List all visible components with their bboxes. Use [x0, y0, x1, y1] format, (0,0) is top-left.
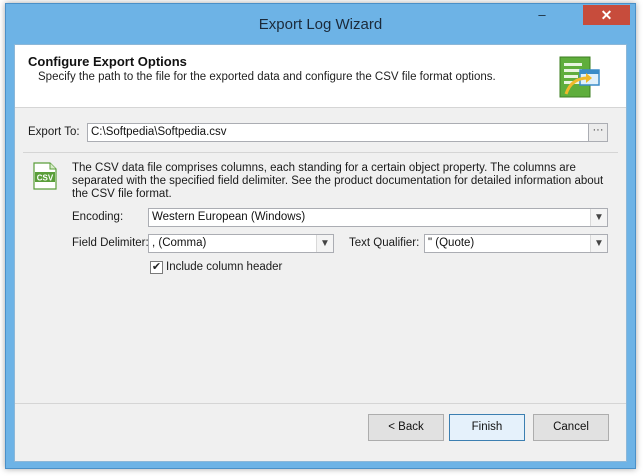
- include-header-label[interactable]: Include column header: [166, 261, 282, 273]
- csv-file-icon: CSV: [33, 162, 57, 190]
- back-button[interactable]: < Back: [368, 414, 444, 441]
- footer-divider: [15, 403, 626, 404]
- csv-description: The CSV data file comprises columns, eac…: [72, 162, 604, 200]
- encoding-value: Western European (Windows): [152, 211, 306, 223]
- encoding-label: Encoding:: [72, 211, 124, 223]
- text-qualifier-value: " (Quote): [428, 237, 475, 249]
- wizard-client-area: Configure Export Options Specify the pat…: [14, 44, 627, 462]
- page-subtitle: Specify the path to the file for the exp…: [38, 71, 496, 83]
- export-to-label: Export To:: [28, 126, 80, 138]
- export-document-icon: [559, 56, 600, 98]
- field-delimiter-value: , (Comma): [152, 237, 207, 249]
- field-delimiter-select[interactable]: , (Comma) ▼: [148, 234, 334, 253]
- export-path-field[interactable]: C:\Softpedia\Softpedia.csv ···: [87, 123, 608, 142]
- cancel-button[interactable]: Cancel: [533, 414, 609, 441]
- page-title: Configure Export Options: [28, 54, 187, 69]
- wizard-window: Export Log Wizard ‒ ✕ Configure Export O…: [5, 3, 636, 469]
- chevron-down-icon[interactable]: ▼: [590, 235, 607, 252]
- chevron-down-icon[interactable]: ▼: [590, 209, 607, 226]
- csv-icon-text: CSV: [37, 174, 54, 183]
- browse-button[interactable]: ···: [588, 124, 607, 141]
- minimize-button[interactable]: ‒: [529, 5, 555, 25]
- title-bar[interactable]: Export Log Wizard ‒ ✕: [6, 4, 635, 44]
- export-path-value: C:\Softpedia\Softpedia.csv: [91, 126, 227, 138]
- text-qualifier-select[interactable]: " (Quote) ▼: [424, 234, 608, 253]
- close-button[interactable]: ✕: [583, 5, 630, 25]
- include-header-checkbox[interactable]: ✔: [150, 261, 163, 274]
- text-qualifier-label: Text Qualifier:: [349, 237, 420, 249]
- finish-button[interactable]: Finish: [449, 414, 525, 441]
- chevron-down-icon[interactable]: ▼: [316, 235, 333, 252]
- encoding-select[interactable]: Western European (Windows) ▼: [148, 208, 608, 227]
- field-delimiter-label: Field Delimiter:: [72, 237, 149, 249]
- wizard-header: Configure Export Options Specify the pat…: [15, 45, 626, 108]
